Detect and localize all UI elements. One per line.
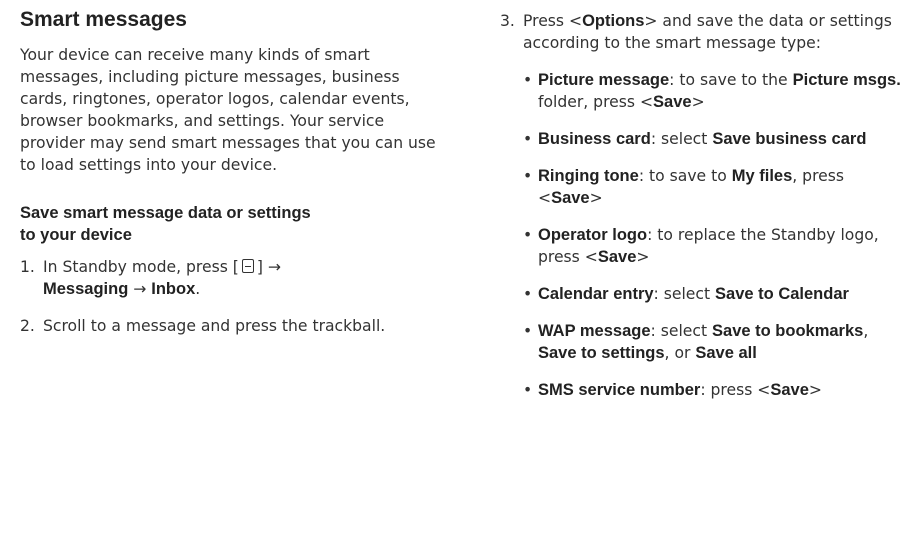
step-text: ] → — [256, 258, 281, 276]
arrow: → — [128, 280, 152, 298]
step-text: Press < — [523, 12, 583, 30]
list-item: • Calendar entry: select Save to Calendar — [523, 285, 849, 303]
section-title: Smart messages — [20, 8, 187, 31]
step-text: Scroll to a message and press the trackb… — [43, 317, 386, 335]
menu-path-messaging: Messaging — [43, 280, 129, 298]
step-2: 2. Scroll to a message and press the tra… — [20, 315, 440, 337]
item-label: Ringing tone — [538, 167, 639, 185]
subsection-title-line2: to your device — [20, 226, 132, 244]
step-text: In Standby mode, press [ — [43, 258, 239, 276]
options-key: Options — [582, 12, 645, 30]
list-item: • Ringing tone: to save to My files, pres… — [523, 167, 844, 207]
item-label: Calendar entry — [538, 285, 654, 303]
step-1: 1. In Standby mode, press [ ] → Messaging… — [20, 256, 440, 300]
item-label: WAP message — [538, 322, 651, 340]
subsection-title-line1: Save smart message data or settings — [20, 204, 311, 222]
step-text-end: . — [195, 280, 201, 298]
left-column: Smart messages Your device can receive m… — [20, 0, 440, 337]
step-number: 3. — [500, 12, 515, 30]
item-label: Operator logo — [538, 226, 648, 244]
list-item: • WAP message: select Save to bookmarks, … — [523, 322, 869, 362]
item-label: SMS service number — [538, 381, 701, 399]
menu-path-inbox: Inbox — [151, 280, 196, 298]
list-item: • SMS service number: press <Save> — [523, 381, 822, 399]
step-number: 2. — [20, 317, 35, 335]
list-item: • Picture message: to save to the Picture… — [523, 71, 901, 111]
intro-paragraph: Your device can receive many kinds of sm… — [20, 46, 436, 174]
list-item: • Business card: select Save business car… — [523, 130, 867, 148]
message-type-list: • Picture message: to save to the Picture… — [500, 69, 910, 401]
item-label: Business card — [538, 130, 651, 148]
item-label: Picture message — [538, 71, 670, 89]
list-item: • Operator logo: to replace the Standby l… — [523, 226, 879, 266]
right-column: 3. Press <Options> and save the data or … — [500, 0, 910, 401]
menu-key-icon — [241, 259, 254, 273]
step-number: 1. — [20, 258, 35, 276]
subsection-title: Save smart message data or settings to yo… — [20, 202, 440, 246]
step-3: 3. Press <Options> and save the data or … — [500, 10, 910, 54]
